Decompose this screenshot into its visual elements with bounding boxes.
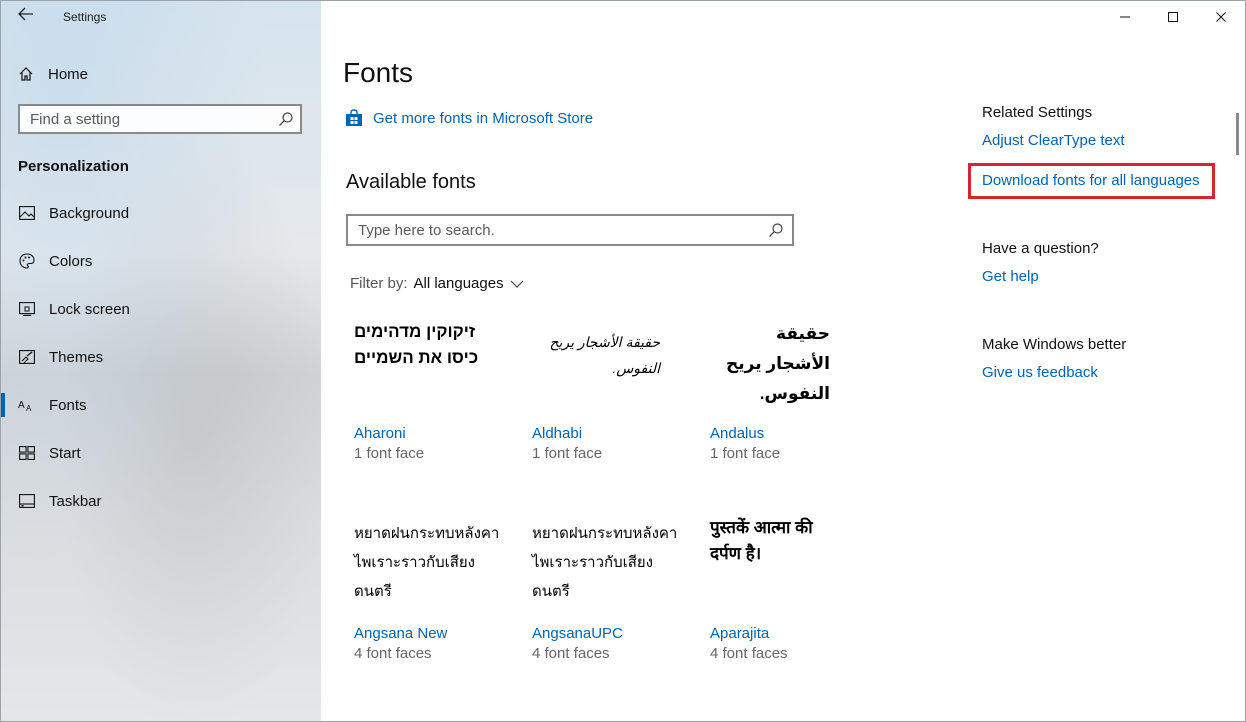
- section-personalization: Personalization: [18, 158, 129, 175]
- sidebar-item-label: Lock screen: [49, 300, 130, 318]
- sidebar-item-label: Fonts: [49, 396, 87, 414]
- font-faces: 1 font face: [354, 445, 425, 462]
- sidebar-item-fonts[interactable]: AA Fonts: [1, 381, 321, 429]
- sidebar-item-colors[interactable]: Colors: [1, 237, 321, 285]
- brush-icon: [18, 348, 36, 366]
- sidebar-item-label: Background: [49, 204, 130, 222]
- font-tile-aparajita[interactable]: पुस्तकें आत्मा की दर्पण है। Aparajita 4 …: [710, 518, 880, 669]
- font-preview: หยาดฝนกระทบหลังคา ไพเราะราวกับเสียงดนตรี: [354, 525, 500, 600]
- sidebar: Settings Home Personalization Background…: [1, 1, 321, 721]
- main-content: Fonts Get more fonts in Microsoft Store …: [322, 1, 1242, 721]
- font-tile-angsana-new[interactable]: หยาดฝนกระทบหลังคา ไพเราะราวกับเสียงดนตรี…: [354, 519, 524, 669]
- home-icon: [19, 67, 33, 81]
- font-tile-aharoni[interactable]: זיקוקין מדהימים כיסו את השמיים Aharoni 1…: [354, 319, 524, 469]
- sidebar-item-themes[interactable]: Themes: [1, 333, 321, 381]
- font-faces: 4 font faces: [354, 645, 432, 662]
- taskbar-icon: [18, 492, 36, 510]
- filter-value: All languages: [413, 275, 504, 292]
- font-name: Aharoni: [354, 425, 406, 442]
- language-filter[interactable]: Filter by: All languages: [350, 275, 524, 292]
- font-name: Angsana New: [354, 625, 448, 642]
- search-icon[interactable]: [768, 222, 784, 238]
- highlight-box: [968, 163, 1215, 199]
- picture-icon: [18, 204, 36, 222]
- minimize-icon[interactable]: [1101, 1, 1149, 33]
- lock-screen-icon: [18, 300, 36, 318]
- font-tile-aldhabi[interactable]: حقيقة الأشجار يريح النفوس. Aldhabi 1 fon…: [532, 319, 702, 469]
- related-settings-heading: Related Settings: [982, 104, 1093, 121]
- sidebar-nav: Background Colors Lock screen Themes AA …: [1, 189, 321, 525]
- sidebar-item-lock-screen[interactable]: Lock screen: [1, 285, 321, 333]
- store-icon: [346, 109, 362, 126]
- font-tile-andalus[interactable]: حقيقة الأشجار يريح النفوس. Andalus 1 fon…: [710, 319, 880, 469]
- home-label: Home: [48, 65, 89, 83]
- available-fonts-heading: Available fonts: [346, 171, 476, 193]
- close-icon[interactable]: [1197, 1, 1245, 33]
- maximize-icon[interactable]: [1149, 1, 1197, 33]
- font-name: Aparajita: [710, 625, 770, 642]
- font-search-box[interactable]: [346, 214, 794, 246]
- sidebar-item-start[interactable]: Start: [1, 429, 321, 477]
- adjust-cleartype-link[interactable]: Adjust ClearType text: [982, 132, 1125, 149]
- sidebar-item-label: Colors: [49, 252, 93, 270]
- font-preview: حقيقة الأشجار يريح النفوس.: [549, 334, 660, 376]
- find-setting-search[interactable]: [18, 104, 302, 134]
- search-icon[interactable]: [278, 111, 294, 127]
- font-search-input[interactable]: [358, 222, 758, 239]
- get-more-fonts-link[interactable]: Get more fonts in Microsoft Store: [345, 109, 593, 127]
- window-controls: [1101, 1, 1245, 33]
- sidebar-item-label: Taskbar: [49, 492, 102, 510]
- font-tile-angsanaupc[interactable]: หยาดฝนกระทบหลังคา ไพเราะราวกับเสียงดนตรี…: [532, 519, 702, 669]
- get-help-link[interactable]: Get help: [982, 268, 1039, 285]
- palette-icon: [18, 252, 36, 270]
- font-name: Andalus: [710, 425, 765, 442]
- start-icon: [18, 444, 36, 462]
- font-faces: 1 font face: [710, 445, 781, 462]
- question-heading: Have a question?: [982, 240, 1099, 257]
- sidebar-item-taskbar[interactable]: Taskbar: [1, 477, 321, 525]
- font-faces: 1 font face: [532, 445, 603, 462]
- font-preview: หยาดฝนกระทบหลังคา ไพเราะราวกับเสียงดนตรี: [532, 525, 678, 600]
- font-preview: זיקוקין מדהימים כיסו את השמיים: [354, 322, 479, 367]
- font-faces: 4 font faces: [710, 645, 788, 662]
- font-name: Aldhabi: [532, 425, 583, 442]
- svg-text:A: A: [26, 404, 32, 412]
- back-arrow-icon[interactable]: [15, 7, 37, 27]
- page-title: Fonts: [343, 57, 414, 88]
- filter-label: Filter by:: [350, 275, 408, 292]
- font-preview: حقيقة الأشجار يريح النفوس.: [726, 324, 830, 403]
- settings-window: Settings Home Personalization Background…: [0, 0, 1246, 722]
- font-faces: 4 font faces: [532, 645, 610, 662]
- make-windows-better-heading: Make Windows better: [982, 336, 1127, 353]
- scrollbar[interactable]: [1236, 113, 1239, 155]
- font-icon: AA: [18, 396, 36, 414]
- chevron-down-icon: [510, 280, 524, 288]
- sidebar-item-label: Start: [49, 444, 81, 462]
- font-name: AngsanaUPC: [532, 625, 623, 642]
- sidebar-item-background[interactable]: Background: [1, 189, 321, 237]
- sidebar-item-label: Themes: [49, 348, 104, 366]
- home-nav[interactable]: Home: [18, 63, 88, 85]
- find-setting-input[interactable]: [30, 111, 270, 128]
- app-title: Settings: [63, 10, 107, 24]
- store-link-label: Get more fonts in Microsoft Store: [373, 109, 594, 127]
- svg-text:A: A: [18, 400, 25, 411]
- give-feedback-link[interactable]: Give us feedback: [982, 364, 1098, 381]
- font-preview: पुस्तकें आत्मा की दर्पण है।: [710, 518, 813, 563]
